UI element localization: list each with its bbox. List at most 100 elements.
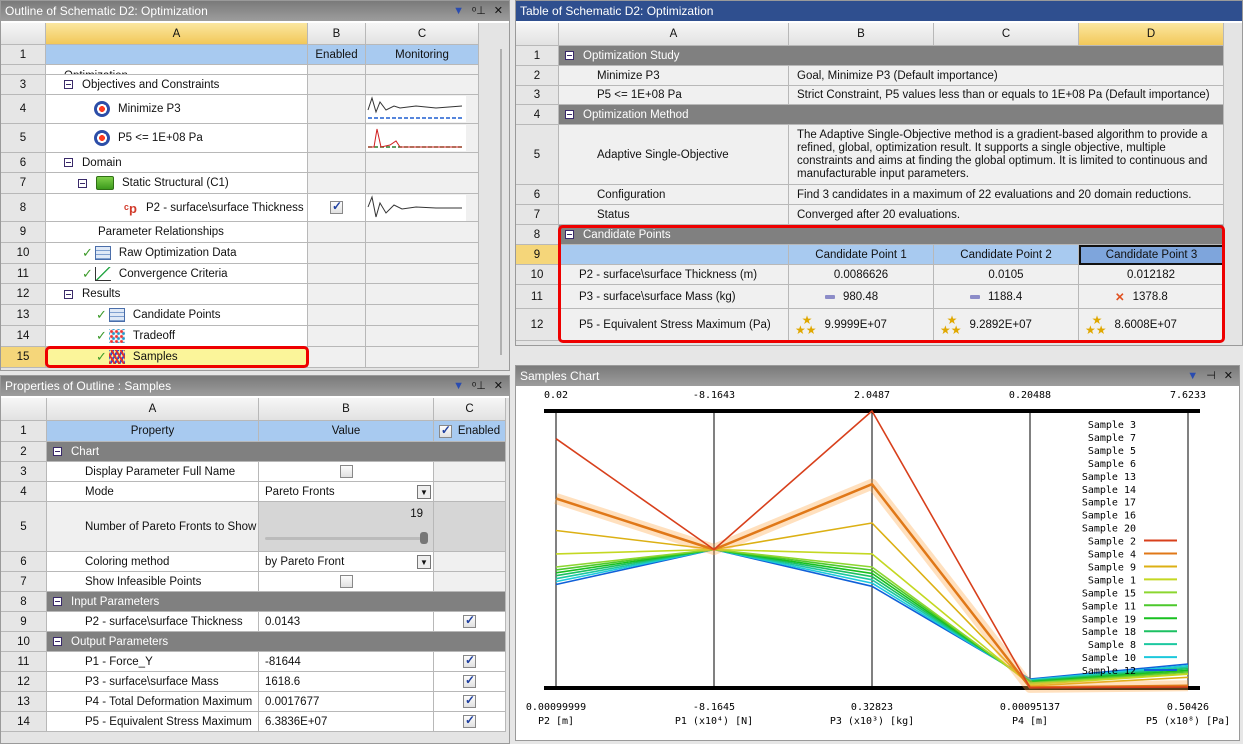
row-number[interactable]: 8 (516, 225, 559, 245)
enabled-cell[interactable] (434, 612, 506, 632)
column-header-C[interactable]: C (434, 398, 506, 421)
outline-item-objectives-and-constraints[interactable]: Objectives and Constraints (46, 75, 308, 95)
column-header-A[interactable]: A (46, 23, 308, 45)
row-number[interactable]: 2 (1, 442, 47, 462)
outline-item-raw-optimization-data[interactable]: ✓ Raw Optimization Data (46, 243, 308, 264)
property-checkbox[interactable] (339, 575, 353, 588)
row-number[interactable]: 13 (1, 305, 46, 326)
row-number[interactable]: 9 (1, 612, 47, 632)
row-number[interactable]: 7 (516, 205, 559, 225)
candidate-value[interactable]: 1188.4 (934, 285, 1079, 309)
row-number[interactable]: 2 (516, 66, 559, 86)
row-number[interactable]: 5 (516, 125, 559, 185)
column-header-C[interactable]: C (934, 23, 1079, 46)
outline-item-results[interactable]: Results (46, 284, 308, 305)
dropdown-arrow-icon[interactable]: ▼ (417, 485, 431, 499)
row-number[interactable]: 11 (1, 264, 46, 284)
outline-item-domain[interactable]: Domain (46, 153, 308, 173)
enabled-checkbox[interactable] (463, 693, 476, 708)
enabled-checkbox[interactable] (463, 613, 476, 628)
row-number[interactable]: 12 (1, 672, 47, 692)
enabled-cell[interactable] (434, 692, 506, 712)
property-value[interactable]: Pareto Fronts ▼ (259, 482, 434, 502)
column-header-B[interactable]: B (308, 23, 366, 45)
enabled-checkbox[interactable] (463, 653, 476, 668)
enabled-checkbox[interactable] (463, 713, 476, 728)
candidate-point-header[interactable]: Candidate Point 1 (789, 245, 934, 265)
column-header-A[interactable]: A (47, 398, 259, 421)
property-value[interactable]: by Pareto Front ▼ (259, 552, 434, 572)
column-header-B[interactable]: B (259, 398, 434, 421)
property-value[interactable] (259, 462, 434, 482)
row-number[interactable]: 4 (516, 105, 559, 125)
property-value[interactable] (259, 572, 434, 592)
enabled-all-checkbox[interactable] (438, 423, 452, 438)
outline-scrollbar[interactable] (500, 49, 502, 355)
collapse-icon[interactable] (565, 110, 574, 119)
pin-icon[interactable]: ⊣ (1206, 366, 1216, 386)
property-value[interactable]: 0.0143 (259, 612, 434, 632)
property-value[interactable]: 6.3836E+07 (259, 712, 434, 732)
enabled-checkbox[interactable] (330, 199, 343, 214)
outline-item-static-structural-c1-[interactable]: Static Structural (C1) (46, 173, 308, 194)
enabled-checkbox[interactable] (463, 673, 476, 688)
row-number[interactable]: 8 (1, 194, 46, 222)
property-value[interactable]: 19 (259, 502, 434, 552)
close-icon[interactable]: ✕ (1224, 366, 1233, 386)
enabled-cell[interactable] (434, 712, 506, 732)
collapse-icon[interactable] (64, 80, 73, 89)
outline-item-candidate-points[interactable]: ✓ Candidate Points (46, 305, 308, 326)
group-input-parameters[interactable]: Input Parameters (47, 592, 506, 612)
column-header-D[interactable]: D (1079, 23, 1224, 46)
property-value[interactable]: 0.0017677 (259, 692, 434, 712)
row-number[interactable]: 4 (1, 95, 46, 124)
pin-icon[interactable]: ᵒ⊥ (472, 1, 486, 21)
candidate-value[interactable]: 0.012182 (1079, 265, 1224, 285)
row-number[interactable]: 7 (1, 572, 47, 592)
candidate-value[interactable]: ✕ 1378.8 (1079, 285, 1224, 309)
collapse-icon[interactable] (53, 637, 62, 646)
row-number[interactable]: 15 (1, 347, 46, 368)
row-number[interactable]: 6 (1, 153, 46, 173)
outline-item-p5-1e-08-pa[interactable]: P5 <= 1E+08 Pa (46, 124, 308, 153)
row-number[interactable] (1, 65, 46, 75)
collapse-icon[interactable] (565, 51, 574, 60)
outline-item-convergence-criteria[interactable]: ✓ Convergence Criteria (46, 264, 308, 284)
row-number[interactable]: 10 (516, 265, 559, 285)
candidate-point-header[interactable]: Candidate Point 2 (934, 245, 1079, 265)
row-number[interactable]: 10 (1, 243, 46, 264)
row-number[interactable]: 1 (516, 46, 559, 66)
collapse-icon[interactable] (53, 597, 62, 606)
outline-item-parameter-relationships[interactable]: Parameter Relationships (46, 222, 308, 243)
slider-thumb[interactable] (420, 532, 428, 544)
row-number[interactable]: 12 (1, 284, 46, 305)
row-number[interactable]: 12 (516, 309, 559, 341)
column-header-C[interactable]: C (366, 23, 479, 45)
group-candidate-points[interactable]: Candidate Points (559, 225, 1224, 245)
outline-item-p2-surface-surface-thickness[interactable]: ᶜp P2 - surface\surface Thickness (46, 194, 308, 222)
row-number[interactable]: 9 (516, 245, 559, 265)
enabled-cell[interactable] (308, 194, 366, 222)
collapse-icon[interactable] (53, 447, 62, 456)
candidate-value[interactable]: 0.0086626 (789, 265, 934, 285)
row-number[interactable]: 13 (1, 692, 47, 712)
enabled-cell[interactable] (434, 652, 506, 672)
outline-item-minimize-p3[interactable]: Minimize P3 (46, 95, 308, 124)
row-number[interactable]: 1 (1, 45, 46, 65)
parallel-coordinates-chart[interactable]: 0.02 0.00099999 P2 [m] -8.1643 -8.1645 P1 (x1… (516, 386, 1240, 741)
candidate-point-header[interactable]: Candidate Point 3 (1079, 245, 1224, 265)
candidate-value[interactable]: ★ ★★ 9.2892E+07 (934, 309, 1079, 341)
property-value[interactable]: 1618.6 (259, 672, 434, 692)
row-number[interactable]: 14 (1, 712, 47, 732)
group-output-parameters[interactable]: Output Parameters (47, 632, 506, 652)
row-number[interactable]: 1 (1, 421, 47, 442)
property-checkbox[interactable] (339, 465, 353, 478)
row-number[interactable]: 6 (1, 552, 47, 572)
row-number[interactable]: 3 (1, 75, 46, 95)
row-number[interactable]: 9 (1, 222, 46, 243)
candidate-value[interactable]: ★ ★★ 8.6008E+07 (1079, 309, 1224, 341)
collapse-icon[interactable] (64, 289, 73, 299)
row-number[interactable]: 8 (1, 592, 47, 612)
candidate-value[interactable]: ★ ★★ 9.9999E+07 (789, 309, 934, 341)
row-number[interactable]: 14 (1, 326, 46, 347)
